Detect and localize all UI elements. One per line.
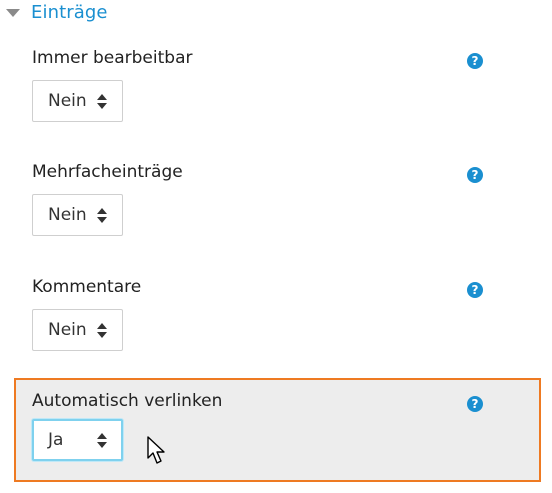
help-icon[interactable]: ? [467,167,483,183]
field-label: Kommentare [32,277,142,297]
field-label: Mehrfacheinträge [32,162,183,182]
field-label: Immer bearbeitbar [32,48,193,68]
kommentare-select[interactable]: Nein [32,309,123,351]
field-label: Automatisch verlinken [32,391,223,411]
select-value: Nein [48,91,87,111]
select-value: Nein [48,205,87,225]
mouse-cursor-icon [147,436,165,464]
section-header-eintraege[interactable]: Einträge [6,0,108,24]
select-arrows-icon [97,323,107,339]
help-icon[interactable]: ? [467,282,483,298]
help-icon[interactable]: ? [467,53,483,69]
caret-down-icon [6,8,20,17]
select-arrows-icon [97,94,107,110]
help-icon[interactable]: ? [467,396,483,412]
mehrfacheintraege-select[interactable]: Nein [32,194,123,236]
settings-page: Einträge Immer bearbeitbar ? Nein Mehrfa… [0,0,552,493]
automatisch-verlinken-select[interactable]: Ja [32,419,123,461]
section-title: Einträge [31,1,108,23]
select-value: Nein [48,320,87,340]
immer-bearbeitbar-select[interactable]: Nein [32,80,123,122]
select-arrows-icon [97,433,107,449]
select-value: Ja [48,430,64,450]
select-arrows-icon [97,208,107,224]
